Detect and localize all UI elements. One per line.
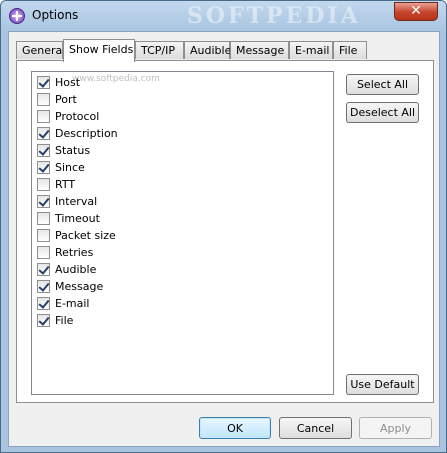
select-all-button[interactable]: Select All (346, 74, 419, 95)
title-bar[interactable]: Options SOFTPEDIA ✕ (1, 1, 446, 31)
tab-general[interactable]: General (16, 41, 65, 59)
fields-checklist[interactable]: www.softpedia.com Host Port Protocol Descri… (31, 71, 334, 395)
show-fields-panel: www.softpedia.com Host Port Protocol Descri… (16, 60, 434, 403)
field-label: Packet size (55, 229, 116, 242)
field-checkbox[interactable] (37, 76, 50, 89)
field-checkbox[interactable] (37, 144, 50, 157)
field-label: RTT (55, 178, 76, 191)
field-row-since[interactable]: Since (37, 159, 85, 176)
field-label: Timeout (55, 212, 100, 225)
tab-e-mail[interactable]: E-mail (289, 41, 333, 59)
field-checkbox[interactable] (37, 212, 50, 225)
field-label: Retries (55, 246, 94, 259)
cancel-button[interactable]: Cancel (279, 417, 352, 439)
softpedia-watermark: SOFTPEDIA (187, 3, 361, 29)
field-label: Protocol (55, 110, 100, 123)
field-row-port[interactable]: Port (37, 91, 77, 108)
tab-message[interactable]: Message (230, 41, 289, 59)
field-label: Description (55, 127, 118, 140)
field-row-file[interactable]: File (37, 312, 73, 329)
field-row-status[interactable]: Status (37, 142, 90, 159)
deselect-all-button[interactable]: Deselect All (346, 102, 419, 123)
field-label: Message (55, 280, 104, 293)
field-row-e-mail[interactable]: E-mail (37, 295, 90, 312)
ok-button[interactable]: OK (199, 417, 271, 439)
field-checkbox[interactable] (37, 93, 50, 106)
close-icon: ✕ (410, 3, 422, 19)
field-checkbox[interactable] (37, 246, 50, 259)
field-checkbox[interactable] (37, 280, 50, 293)
field-row-audible[interactable]: Audible (37, 261, 96, 278)
tab-tcp-ip[interactable]: TCP/IP (135, 41, 184, 59)
field-row-rtt[interactable]: RTT (37, 176, 75, 193)
field-checkbox[interactable] (37, 178, 50, 191)
field-row-retries[interactable]: Retries (37, 244, 93, 261)
field-label: Interval (55, 195, 98, 208)
field-label: Status (55, 144, 91, 157)
field-checkbox[interactable] (37, 195, 50, 208)
app-icon (9, 8, 25, 24)
field-row-description[interactable]: Description (37, 125, 118, 142)
field-checkbox[interactable] (37, 110, 50, 123)
field-checkbox[interactable] (37, 127, 50, 140)
field-checkbox[interactable] (37, 229, 50, 242)
tab-file[interactable]: File (333, 41, 367, 59)
field-row-message[interactable]: Message (37, 278, 103, 295)
options-window: Options SOFTPEDIA ✕ General Show Fields … (0, 0, 447, 453)
field-row-packet-size[interactable]: Packet size (37, 227, 116, 244)
field-checkbox[interactable] (37, 263, 50, 276)
apply-button[interactable]: Apply (359, 417, 432, 439)
field-row-timeout[interactable]: Timeout (37, 210, 100, 227)
field-row-protocol[interactable]: Protocol (37, 108, 99, 125)
field-checkbox[interactable] (37, 314, 50, 327)
close-button[interactable]: ✕ (394, 2, 438, 21)
field-label: Port (55, 93, 77, 106)
field-checkbox[interactable] (37, 297, 50, 310)
field-label: File (55, 314, 74, 327)
field-label: Since (55, 161, 85, 174)
tab-audible[interactable]: Audible (184, 41, 231, 59)
field-label: Host (55, 76, 81, 89)
field-row-host[interactable]: Host (37, 74, 80, 91)
tab-show-fields[interactable]: Show Fields (63, 39, 135, 62)
dialog-client-area: General Show Fields TCP/IP Audible Messa… (8, 31, 440, 447)
softpedia-url-watermark: www.softpedia.com (72, 74, 160, 84)
field-label: Audible (55, 263, 97, 276)
field-checkbox[interactable] (37, 161, 50, 174)
window-title: Options (32, 8, 79, 22)
field-label: E-mail (55, 297, 90, 310)
use-default-button[interactable]: Use Default (346, 374, 419, 395)
field-row-interval[interactable]: Interval (37, 193, 97, 210)
